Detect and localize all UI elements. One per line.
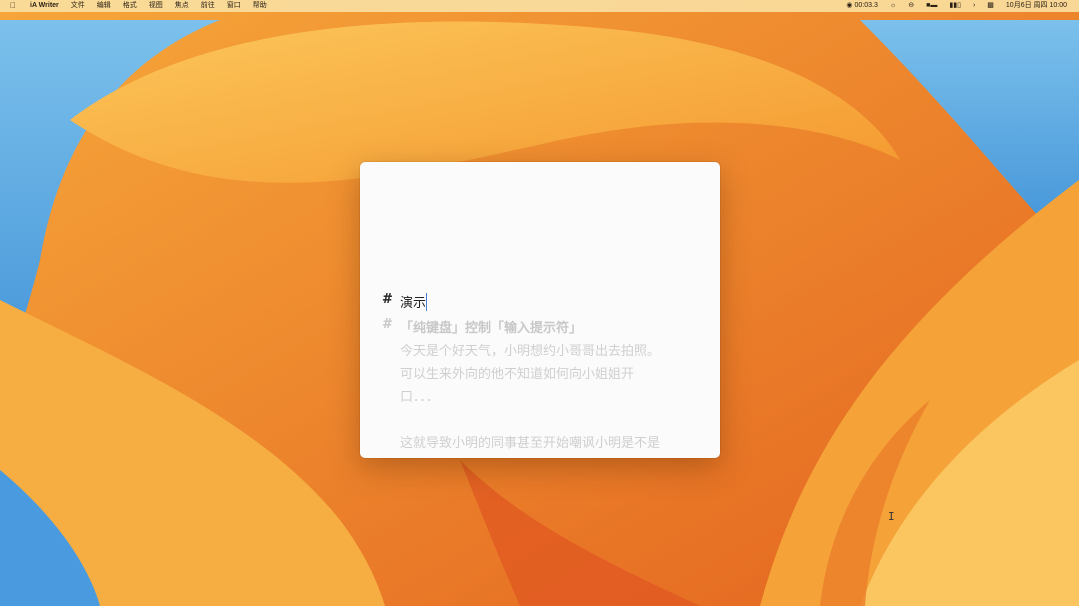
- heading-marker: #: [382, 292, 393, 307]
- menu-go[interactable]: 前往: [195, 0, 221, 12]
- menu-bar:  iA Writer 文件 编辑 格式 视图 焦点 前往 窗口 帮助 ◉ 00…: [0, 0, 1079, 12]
- menu-focus[interactable]: 焦点: [169, 0, 195, 12]
- ia-writer-window[interactable]: # 演示 # 「纯键盘」控制「输入提示符」 今天是个好天气，小明想约小哥哥出去拍…: [360, 162, 720, 458]
- screen-recording-status[interactable]: ◉ 00:03.3: [840, 0, 883, 12]
- menu-window[interactable]: 窗口: [221, 0, 247, 12]
- battery-icon[interactable]: ▮▮▯: [943, 0, 967, 12]
- menu-help[interactable]: 帮助: [247, 0, 273, 12]
- heading-line[interactable]: 「纯键盘」控制「输入提示符」: [400, 317, 582, 336]
- chevron-right-icon[interactable]: ›: [967, 0, 981, 12]
- menu-app-name[interactable]: iA Writer: [24, 0, 65, 12]
- recording-time: 00:03.3: [854, 2, 878, 9]
- paragraph-line[interactable]: 口．．．: [400, 386, 439, 405]
- menu-format[interactable]: 格式: [117, 0, 143, 12]
- paragraph-line[interactable]: 这就导致小明的同事甚至开始嘲讽小明是不是: [400, 432, 660, 451]
- animal-app-icon[interactable]: ■▬: [920, 0, 943, 12]
- menu-extra-icon[interactable]: ⊖: [902, 0, 920, 12]
- paragraph-line[interactable]: 可以生来外向的他不知道如何向小姐姐开: [400, 363, 634, 382]
- menu-view[interactable]: 视图: [143, 0, 169, 12]
- record-icon: ◉: [846, 2, 853, 9]
- menu-edit[interactable]: 编辑: [91, 0, 117, 12]
- menu-bar-status-area: ◉ 00:03.3 ☼ ⊖ ■▬ ▮▮▯ › ▩ 10月6日 周四 10:00: [840, 0, 1073, 12]
- paragraph-line[interactable]: 今天是个好天气，小明想约小哥哥出去拍照。: [400, 340, 660, 359]
- clock-datetime[interactable]: 10月6日 周四 10:00: [1000, 0, 1073, 12]
- menu-file[interactable]: 文件: [65, 0, 91, 12]
- control-center-icon[interactable]: ▩: [981, 0, 1000, 12]
- apple-menu-icon[interactable]: : [0, 0, 24, 12]
- heading-line-active[interactable]: 演示: [400, 292, 426, 311]
- ibeam-cursor-icon: I: [888, 510, 895, 523]
- heading-marker: #: [382, 317, 393, 332]
- text-caret: [426, 293, 427, 311]
- brightness-icon[interactable]: ☼: [884, 0, 902, 12]
